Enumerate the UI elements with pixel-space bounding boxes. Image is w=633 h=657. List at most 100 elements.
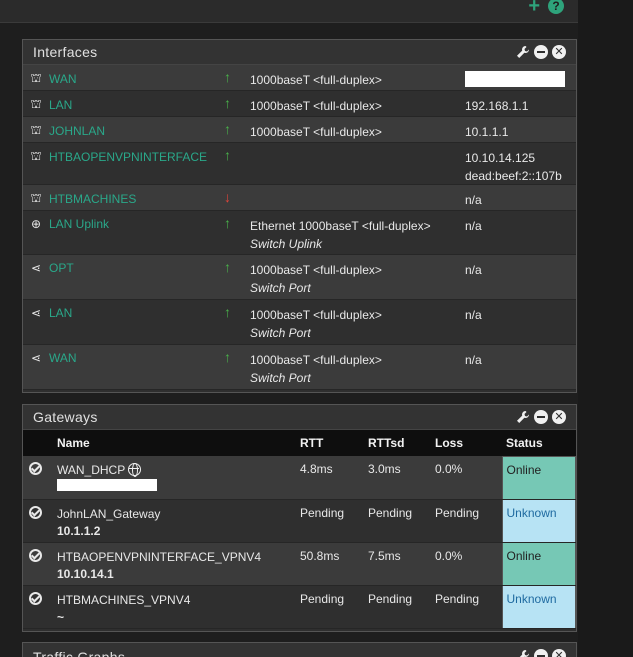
gateway-check-cell (23, 542, 57, 586)
status-up-icon: ↑ (224, 304, 231, 320)
interface-media: 1000baseT <full-duplex> Switch Port (250, 306, 382, 342)
header-rttsd: RTTsd (368, 430, 435, 456)
media-text: Ethernet 1000baseT <full-duplex> (250, 219, 431, 233)
network-icon: ⛫ (30, 97, 42, 111)
header-loss: Loss (435, 430, 502, 456)
help-icon[interactable]: ? (548, 0, 564, 14)
ip-address: n/a (465, 219, 482, 233)
ip-address: 10.10.14.125 (465, 151, 536, 165)
gateway-address: ~ (57, 609, 65, 624)
media-subtext: Switch Port (250, 326, 311, 340)
gateway-status: Online (501, 541, 576, 586)
interfaces-list: ⛫ WAN ↑ 1000baseT <full-duplex> ⛫ LAN ↑ … (23, 65, 576, 390)
redacted-block (57, 479, 157, 491)
interfaces-panel-header: Interfaces ✕ (23, 40, 576, 65)
media-text: 1000baseT <full-duplex> (250, 73, 382, 87)
interface-link[interactable]: LAN (49, 98, 72, 112)
wrench-icon[interactable] (516, 649, 530, 657)
gateway-status: Unknown (501, 584, 576, 629)
interface-ip: n/a (465, 261, 482, 279)
media-subtext: Switch Port (250, 371, 311, 385)
status-up-icon: ↑ (224, 69, 231, 85)
interface-ip: n/a (465, 217, 482, 235)
network-icon: ⛫ (30, 123, 42, 137)
wrench-icon[interactable] (516, 410, 530, 424)
redacted-block (465, 71, 565, 87)
interface-link[interactable]: OPT (49, 261, 74, 275)
globe-icon (128, 463, 142, 477)
interface-link[interactable]: LAN (49, 306, 72, 320)
interface-name-cell: ⛫ WAN (27, 71, 77, 87)
network-icon: ⛫ (30, 71, 42, 85)
minimize-icon[interactable] (534, 45, 548, 59)
header-name: Name (57, 430, 300, 456)
interface-link[interactable]: WAN (49, 351, 77, 365)
check-circle-icon (29, 462, 42, 475)
interface-ip: 10.10.14.125 dead:beef:2::107b (465, 149, 562, 185)
check-circle-icon (29, 505, 42, 519)
ip-address: 10.1.1.1 (465, 125, 509, 139)
minimize-icon[interactable] (534, 649, 548, 657)
gateway-row: HTBAOPENVPNINTERFACE_VPNV4 10.10.14.1 50… (23, 541, 576, 586)
interface-row: ⛫ HTBAOPENVPNINTERFACE ↑ 10.10.14.125 de… (23, 143, 576, 185)
minimize-icon[interactable] (534, 410, 548, 424)
status-up-icon: ↑ (224, 259, 231, 275)
close-icon[interactable]: ✕ (552, 410, 566, 424)
interface-row: ⊕ LAN Uplink ↑ Ethernet 1000baseT <full-… (23, 211, 576, 255)
gateway-row: WAN_DHCP 4.8ms 3.0ms 0.0% Online (23, 455, 576, 500)
ip-address: n/a (465, 353, 482, 367)
interface-media: 1000baseT <full-duplex> Switch Port (250, 351, 382, 387)
interface-name-cell: ⊕ LAN Uplink (27, 217, 109, 231)
share-icon: ⋖ (30, 261, 42, 275)
gateway-name: JohnLAN_Gateway (57, 506, 161, 521)
interface-ip (465, 71, 565, 92)
interface-ip: 10.1.1.1 (465, 123, 508, 141)
interface-media: Ethernet 1000baseT <full-duplex> Switch … (250, 217, 431, 253)
media-text: 1000baseT <full-duplex> (250, 308, 382, 322)
gateway-row: HTBMACHINES_VPNV4 ~ Pending Pending Pend… (23, 584, 576, 629)
gateways-header-row: Name RTT RTTsd Loss Status (23, 430, 576, 456)
media-text: 1000baseT <full-duplex> (250, 125, 382, 139)
ip-address: n/a (465, 193, 482, 207)
interface-media: 1000baseT <full-duplex> (250, 71, 382, 89)
gateway-rtt: 4.8ms (300, 456, 368, 500)
gateway-name-cell: JohnLAN_Gateway 10.1.1.2 (57, 499, 300, 543)
interface-row: ⛫ HTBMACHINES ↓ n/a (23, 185, 576, 211)
share-icon: ⋖ (30, 306, 42, 320)
close-icon[interactable]: ✕ (552, 649, 566, 657)
interface-link[interactable]: WAN (49, 72, 77, 86)
network-icon: ⛫ (30, 149, 42, 163)
interface-row: ⛫ WAN ↑ 1000baseT <full-duplex> (23, 65, 576, 91)
gateway-rttsd: Pending (368, 499, 435, 543)
ip-address-secondary: dead:beef:2::107b (465, 169, 562, 183)
interface-row: ⛫ LAN ↑ 1000baseT <full-duplex> 192.168.… (23, 91, 576, 117)
gateway-rtt: Pending (300, 585, 368, 629)
interface-link[interactable]: LAN Uplink (49, 217, 109, 231)
interface-link[interactable]: JOHNLAN (49, 124, 105, 138)
status-up-icon: ↑ (224, 95, 231, 111)
gateway-name-cell: HTBMACHINES_VPNV4 ~ (57, 585, 300, 629)
media-text: 1000baseT <full-duplex> (250, 353, 382, 367)
media-text: 1000baseT <full-duplex> (250, 263, 382, 277)
add-widget-icon[interactable]: + (528, 0, 540, 16)
gateways-panel-title: Gateways (33, 409, 98, 425)
check-circle-icon (29, 548, 42, 562)
gateway-loss: 0.0% (435, 542, 502, 586)
gateway-name-cell: WAN_DHCP (57, 456, 300, 500)
gateway-loss: Pending (435, 585, 502, 629)
status-up-icon: ↑ (224, 121, 231, 137)
status-up-icon: ↑ (224, 349, 231, 365)
interface-link[interactable]: HTBAOPENVPNINTERFACE (49, 150, 207, 164)
interface-name-cell: ⛫ JOHNLAN (27, 123, 105, 139)
gateways-table: Name RTT RTTsd Loss Status WAN_DHCP 4.8m… (23, 430, 576, 629)
interface-row: ⛫ JOHNLAN ↑ 1000baseT <full-duplex> 10.1… (23, 117, 576, 143)
interface-ip: n/a (465, 191, 482, 209)
interface-media: 1000baseT <full-duplex> (250, 97, 382, 115)
gateway-row: JohnLAN_Gateway 10.1.1.2 Pending Pending… (23, 498, 576, 543)
interface-link[interactable]: HTBMACHINES (49, 192, 136, 206)
close-icon[interactable]: ✕ (552, 45, 566, 59)
interface-ip: n/a (465, 351, 482, 369)
wrench-icon[interactable] (516, 45, 530, 59)
traffic-graphs-title: Traffic Graphs (33, 649, 126, 657)
interface-ip: 192.168.1.1 (465, 97, 528, 115)
